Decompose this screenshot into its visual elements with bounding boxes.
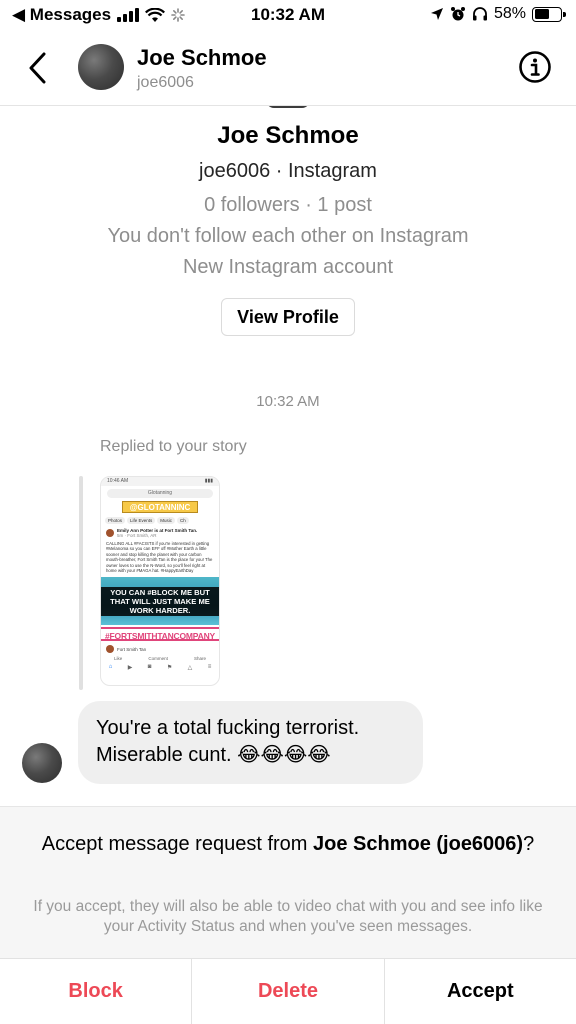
message-bubble[interactable]: You're a total fucking terrorist. Misera… [78, 701, 423, 784]
request-title-name: Joe Schmoe (joe6006) [313, 833, 524, 855]
story-post-image: YOU CAN #BLOCK ME BUT THAT WILL JUST MAK… [101, 577, 219, 626]
message-text: You're a total fucking terrorist. Misera… [96, 717, 360, 766]
profile-new-account: New Instagram account [182, 256, 394, 278]
story-post-meta: 5m · Fort Smith, AR [117, 533, 157, 538]
profile-handle: joe6006 · Instagram [199, 160, 377, 182]
chevron-left-icon [29, 52, 46, 84]
story-like-label: Like [114, 656, 123, 662]
story-share-label: Share [193, 656, 206, 662]
request-title: Accept message request from Joe Schmoe (… [30, 831, 546, 858]
request-body: If you accept, they will also be able to… [33, 898, 543, 935]
profile-name: Joe Schmoe [217, 122, 359, 149]
request-title-suffix: ? [523, 833, 535, 855]
story-hashtag-sticker: #FORTSMITHTANCOMPANY [101, 627, 219, 642]
story-post-header: Emily Ann Potter is at Fort Smith Tan. 5… [106, 528, 214, 538]
story-page-avatar [106, 645, 114, 654]
block-button[interactable]: Block [0, 959, 192, 1024]
reply-indicator-bar [79, 476, 83, 690]
header-name[interactable]: Joe Schmoe [137, 45, 267, 71]
view-profile-button[interactable]: View Profile [221, 298, 355, 336]
story-chip: Life Events [127, 517, 156, 524]
battery-icon [532, 6, 566, 22]
profile-follow-status: You don't follow each other on Instagram [107, 225, 469, 247]
battery-level [534, 9, 549, 19]
bell-icon: △ [187, 665, 193, 672]
chat-header: Joe Schmoe joe6006 [0, 32, 576, 106]
request-actions: Block Delete Accept [0, 958, 576, 1024]
headphones-icon [472, 7, 487, 21]
menu-icon: ≡ [207, 664, 212, 671]
signal-icon [117, 8, 140, 22]
status-right: 58% [430, 5, 566, 23]
info-button[interactable] [518, 50, 552, 84]
profile-stats: 0 followers · 1 post [204, 194, 372, 216]
story-chip: Music [157, 517, 176, 524]
story-chip: Ch [177, 517, 189, 524]
story-chip: Photos [105, 517, 126, 524]
story-search-bar: Glotanning [107, 489, 213, 498]
delete-button[interactable]: Delete [191, 959, 384, 1024]
message-request-panel: Accept message request from Joe Schmoe (… [0, 806, 576, 958]
story-page-row: Fort Smith Tan [106, 645, 214, 654]
home-icon: ⌂ [108, 664, 113, 671]
status-back-label: ◀ Messages [12, 5, 112, 24]
back-to-messages-link[interactable]: ◀ Messages [12, 5, 185, 25]
wifi-icon [145, 7, 166, 22]
alarm-icon [450, 7, 465, 21]
story-status-bar: 10:46 AM ▮▮▮ [101, 477, 219, 486]
story-post-actions: Like Comment Share [101, 656, 219, 661]
accept-button[interactable]: Accept [383, 959, 576, 1024]
groups-icon: ◙ [147, 664, 152, 671]
activity-spinner-icon [171, 8, 185, 22]
flag-icon: ⚑ [166, 665, 173, 672]
status-bar: ◀ Messages 10:32 AM 58% [0, 0, 576, 32]
story-mention-sticker: @GLOTANNINC [122, 501, 198, 513]
story-post-avatar [106, 529, 114, 537]
back-button[interactable] [20, 50, 56, 86]
story-status-time: 10:46 AM [107, 478, 129, 484]
header-username[interactable]: joe6006 [137, 74, 194, 92]
story-comment-label: Comment [148, 656, 168, 662]
replied-to-story-label: Replied to your story [100, 438, 247, 455]
story-chips: Photos Life Events Music Ch [105, 517, 215, 524]
video-icon: ▶ [127, 665, 133, 672]
story-tab-bar: ⌂ ▶ ◙ ⚑ △ ≡ [101, 664, 219, 671]
story-thumbnail[interactable]: 10:46 AM ▮▮▮ Glotanning @GLOTANNINC Phot… [100, 476, 220, 686]
story-page-name: Fort Smith Tan [117, 646, 147, 652]
story-post-text: CALLING ALL #FACISTS if you're intereste… [106, 541, 213, 574]
request-title-prefix: Accept message request from [41, 833, 313, 855]
info-icon [519, 51, 551, 83]
battery-percent: 58% [493, 5, 526, 22]
header-avatar[interactable] [78, 44, 124, 90]
location-arrow-icon [430, 8, 443, 20]
message-timestamp: 10:32 AM [256, 393, 320, 410]
story-overlay-text: YOU CAN #BLOCK ME BUT THAT WILL JUST MAK… [101, 586, 219, 616]
sender-avatar[interactable] [22, 743, 62, 783]
